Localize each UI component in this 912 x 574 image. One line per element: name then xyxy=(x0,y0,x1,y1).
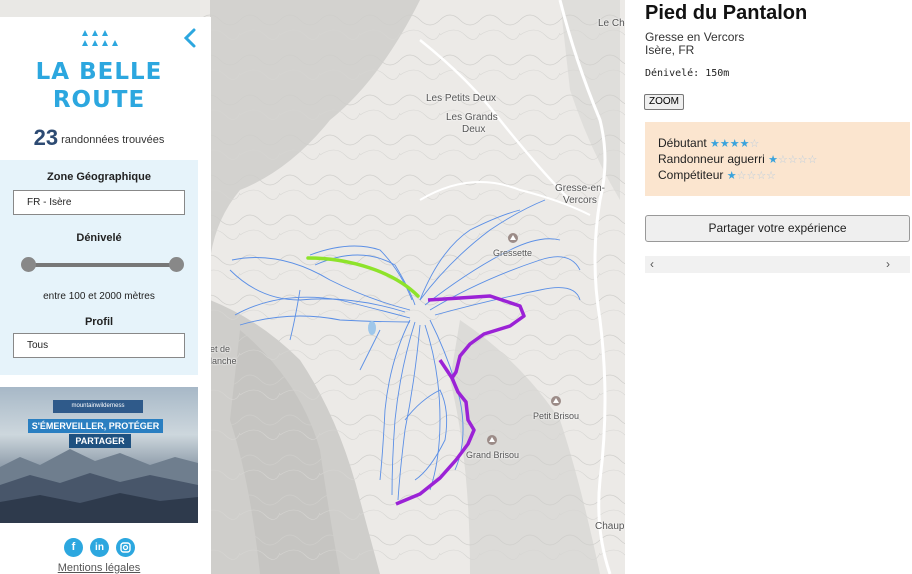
filters-panel: Zone Géographique FR - Isère Dénivelé en… xyxy=(0,160,198,375)
map-label-grands-deux-2: Deux xyxy=(462,124,486,135)
profil-select[interactable]: Tous xyxy=(13,333,185,358)
facebook-icon[interactable]: f xyxy=(64,538,83,557)
level-label: Randonneur aguerri xyxy=(658,152,765,166)
map-label-et-de: et de xyxy=(210,344,231,354)
map-label-petit-brisou: Petit Brisou xyxy=(533,411,580,421)
zoom-button[interactable]: ZOOM xyxy=(644,94,684,110)
ad-slogan: S'ÉMERVEILLER, PROTÉGER xyxy=(28,419,163,433)
route-title: Pied du Pantalon xyxy=(645,2,808,24)
scroll-right-icon[interactable]: › xyxy=(886,257,890,271)
map-label-lanche: lanche xyxy=(210,356,237,366)
ad-share-button[interactable]: PARTAGER xyxy=(69,434,131,448)
denivele-slider-min-handle[interactable] xyxy=(21,257,36,272)
legal-link[interactable]: Mentions légales xyxy=(0,562,198,574)
result-count-line: 23 randonnées trouvées xyxy=(0,125,198,151)
star-full-icon: ★ xyxy=(768,154,778,166)
map-label-chaup: Chaup xyxy=(595,521,625,532)
level-label: Débutant xyxy=(658,136,707,150)
linkedin-icon[interactable]: in xyxy=(90,538,109,557)
zone-select[interactable]: FR - Isère xyxy=(13,190,185,215)
map-label-le-ch: Le Ch xyxy=(598,18,625,29)
level-row: Compétiteur ★☆☆☆☆ xyxy=(658,168,776,182)
difficulty-levels: Débutant ★★★★☆ Randonneur aguerri ★☆☆☆☆ … xyxy=(645,122,910,196)
route-denivele: Dénivelé: 150m xyxy=(645,68,730,79)
horizontal-scrollbar[interactable]: ‹ › xyxy=(645,256,910,273)
map-label-grand-brisou: Grand Brisou xyxy=(466,450,520,460)
collapse-chevron-icon[interactable] xyxy=(181,27,199,49)
star-full-icon: ★ xyxy=(726,170,737,182)
map-label-gressette: Gressette xyxy=(493,248,533,258)
share-experience-button[interactable]: Partager votre expérience xyxy=(645,215,910,242)
star-empty-icon: ☆☆☆☆ xyxy=(777,154,818,166)
denivele-title: Dénivelé xyxy=(76,232,122,244)
scroll-left-icon[interactable]: ‹ xyxy=(650,257,654,271)
denivele-slider-max-handle[interactable] xyxy=(169,257,184,272)
denivele-range-text: entre 100 et 2000 mètres xyxy=(43,291,155,302)
level-row: Débutant ★★★★☆ xyxy=(658,136,759,150)
star-full-icon: ★★★★ xyxy=(710,138,750,150)
level-row: Randonneur aguerri ★☆☆☆☆ xyxy=(658,152,817,166)
result-count-label: randonnées trouvées xyxy=(61,134,165,146)
star-empty-icon: ☆☆☆☆ xyxy=(736,170,777,182)
ad-banner[interactable]: mountainwilderness S'ÉMERVEILLER, PROTÉG… xyxy=(0,387,198,523)
star-empty-icon: ☆ xyxy=(749,138,760,150)
denivele-slider-track[interactable] xyxy=(27,263,177,267)
logo-line-2: ROUTE xyxy=(52,87,146,113)
map-label-gresse-2: Vercors xyxy=(563,195,597,206)
search-panel: LA BELLE ROUTE 23 randonnées trouvées Zon… xyxy=(0,17,211,574)
profil-title: Profil xyxy=(84,316,114,328)
detail-panel: Pied du Pantalon Gresse en Vercors Isère… xyxy=(625,0,912,574)
level-label: Compétiteur xyxy=(658,168,724,182)
instagram-icon[interactable] xyxy=(116,538,135,557)
route-location-town: Gresse en Vercors xyxy=(645,30,745,44)
app-root: Les Petits Deux Les Grands Deux Gresse-e… xyxy=(0,0,912,574)
logo-mountains-icon xyxy=(82,30,118,46)
map-label-petits-deux: Les Petits Deux xyxy=(426,93,497,104)
route-location-region: Isère, FR xyxy=(645,43,695,57)
result-count: 23 xyxy=(33,125,59,150)
logo-line-1: LA BELLE xyxy=(35,59,163,85)
ad-brand: mountainwilderness xyxy=(53,400,143,413)
zone-title: Zone Géographique xyxy=(47,171,151,183)
map-label-gresse: Gresse-en- xyxy=(555,183,606,194)
map-label-grands-deux: Les Grands xyxy=(446,112,498,123)
